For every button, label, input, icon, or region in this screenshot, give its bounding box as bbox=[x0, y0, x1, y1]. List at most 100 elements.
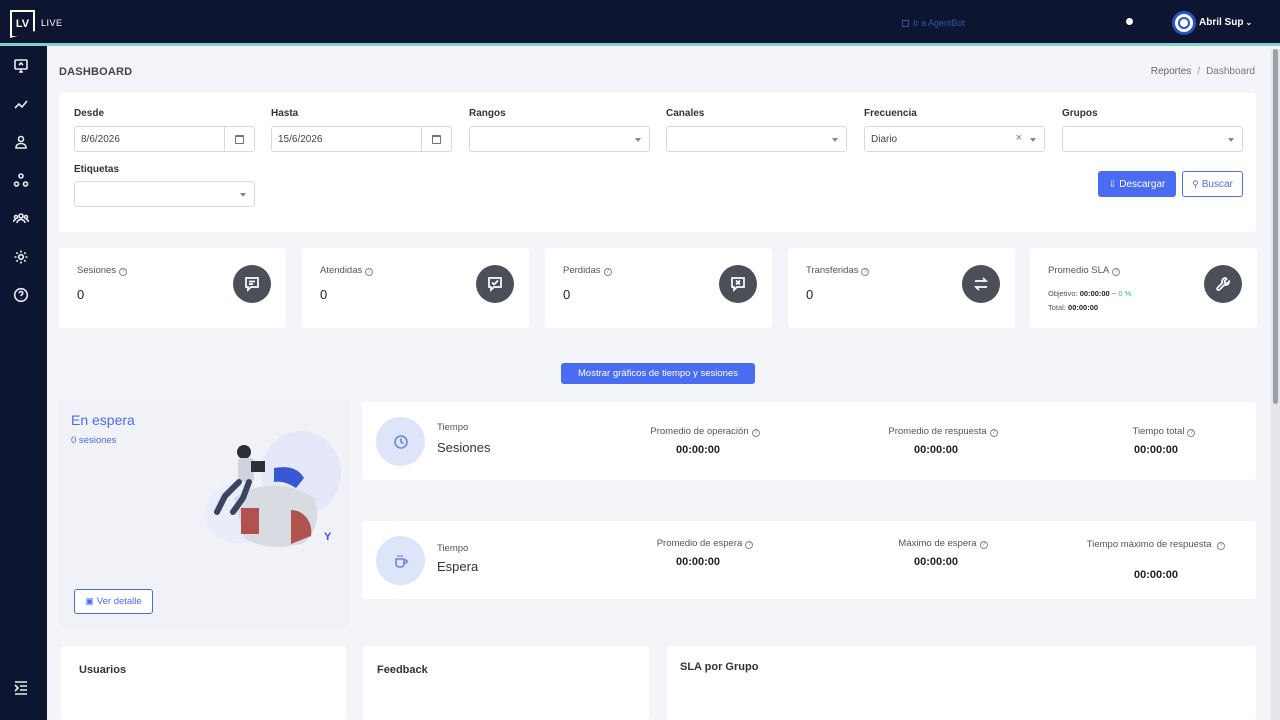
caret-down-icon bbox=[1030, 138, 1036, 142]
info-icon[interactable]: ? bbox=[745, 541, 754, 549]
sla-grupo-title: SLA por Grupo bbox=[680, 661, 759, 673]
app-logo[interactable]: LV bbox=[10, 10, 35, 38]
hasta-label: Hasta bbox=[271, 108, 299, 119]
scrollbar-thumb[interactable] bbox=[1273, 49, 1278, 404]
user-icon[interactable] bbox=[12, 133, 30, 151]
stat-value: 0 bbox=[806, 287, 814, 302]
team-icon[interactable] bbox=[12, 209, 30, 227]
toggle-charts-button[interactable]: Mostrar gráficos de tiempo y sesiones bbox=[561, 363, 755, 384]
chevron-down-icon: ⌄ bbox=[1245, 18, 1253, 27]
stat-card-transferidas: Transferidas? 0 bbox=[788, 248, 1015, 328]
metric-value: 00:00:00 bbox=[675, 444, 721, 456]
info-icon[interactable]: ? bbox=[1187, 429, 1196, 437]
trend-icon[interactable] bbox=[12, 95, 30, 113]
metric-value: 00:00:00 bbox=[913, 444, 959, 456]
avatar[interactable] bbox=[1172, 11, 1196, 35]
info-icon[interactable]: ? bbox=[1217, 542, 1226, 550]
usuarios-title: Usuarios bbox=[79, 664, 127, 676]
stat-card-atendidas: Atendidas? 0 bbox=[302, 248, 529, 328]
canales-select[interactable] bbox=[666, 126, 847, 152]
info-icon[interactable]: ? bbox=[979, 541, 988, 549]
breadcrumb: Reportes / Dashboard bbox=[1150, 66, 1255, 77]
info-icon[interactable]: ? bbox=[989, 429, 998, 437]
etiquetas-select[interactable] bbox=[74, 181, 255, 207]
monitor-icon[interactable] bbox=[12, 57, 30, 75]
transfer-icon bbox=[962, 265, 1000, 303]
stat-value: 0 bbox=[77, 287, 85, 302]
etiquetas-label: Etiquetas bbox=[74, 164, 120, 175]
search-button[interactable]: ⚲ Buscar bbox=[1182, 171, 1243, 197]
info-icon[interactable]: ? bbox=[751, 429, 760, 437]
help-icon[interactable] bbox=[12, 286, 30, 304]
info-icon[interactable]: ? bbox=[1112, 268, 1121, 276]
feedback-card: Feedback bbox=[363, 646, 649, 720]
scrollbar[interactable] bbox=[1271, 49, 1280, 720]
caret-down-icon bbox=[832, 138, 838, 142]
calendar-icon[interactable] bbox=[224, 127, 254, 151]
search-icon: ⚲ bbox=[1192, 178, 1199, 189]
waiting-subtitle: 0 sesiones bbox=[71, 435, 117, 446]
chat-check-icon bbox=[476, 265, 514, 303]
info-icon[interactable]: ? bbox=[119, 268, 128, 276]
clear-icon[interactable]: × bbox=[1016, 132, 1022, 144]
coffee-icon bbox=[376, 536, 425, 585]
clock-icon bbox=[376, 417, 425, 466]
stat-card-perdidas: Perdidas? 0 bbox=[545, 248, 772, 328]
page-title: DASHBOARD bbox=[59, 66, 133, 78]
gear-icon[interactable] bbox=[12, 248, 30, 266]
rangos-select[interactable] bbox=[469, 126, 650, 152]
hasta-input[interactable]: 15/6/2026 bbox=[271, 126, 452, 152]
download-button[interactable]: ⇩ Descargar bbox=[1098, 171, 1176, 197]
caret-down-icon bbox=[1228, 138, 1234, 142]
download-icon: ⇩ bbox=[1108, 178, 1117, 189]
metric-value: 00:00:00 bbox=[1133, 569, 1179, 581]
metric-value: 00:00:00 bbox=[1133, 444, 1179, 456]
frecuencia-label: Frecuencia bbox=[864, 108, 917, 119]
sla-objetivo: Objetivo: 00:00:00 ~ 0 % bbox=[1048, 289, 1132, 298]
chat-x-icon bbox=[719, 265, 757, 303]
waiting-card: En espera 0 sesiones Y ▣ Ver detalle bbox=[59, 400, 350, 628]
sessions-time-title: Sesiones bbox=[437, 440, 491, 455]
info-icon[interactable]: ? bbox=[861, 268, 870, 276]
wrench-icon bbox=[1204, 265, 1242, 303]
sidebar bbox=[0, 46, 47, 720]
stat-value: 0 bbox=[563, 287, 571, 302]
app-name: LIVE bbox=[41, 18, 63, 28]
desde-input[interactable]: 8/6/2026 bbox=[74, 126, 255, 152]
canales-label: Canales bbox=[666, 108, 705, 119]
rangos-label: Rangos bbox=[469, 108, 506, 119]
document-icon: ▣ bbox=[85, 596, 94, 606]
status-dot bbox=[1126, 18, 1133, 25]
metric-value: 00:00:00 bbox=[913, 556, 959, 568]
feedback-title: Feedback bbox=[377, 664, 428, 676]
agentbot-icon bbox=[902, 20, 909, 27]
top-bar: LV LIVE Ir a AgentBot Abril Sup ⌄ bbox=[0, 0, 1280, 46]
caret-down-icon bbox=[240, 193, 246, 197]
breadcrumb-reportes[interactable]: Reportes bbox=[1151, 66, 1192, 77]
usuarios-card: Usuarios bbox=[61, 646, 346, 720]
sla-grupo-card: SLA por Grupo bbox=[667, 646, 1256, 720]
svg-text:Y: Y bbox=[324, 531, 332, 543]
info-icon[interactable]: ? bbox=[365, 268, 374, 276]
calendar-icon[interactable] bbox=[421, 127, 451, 151]
waiting-title: En espera bbox=[71, 412, 135, 428]
stat-value: 0 bbox=[320, 287, 328, 302]
wait-time-card: Tiempo Espera Promedio de espera? 00:00:… bbox=[362, 521, 1256, 599]
waiting-illustration: Y bbox=[205, 431, 341, 547]
stat-card-sla: Promedio SLA? Objetivo: 00:00:00 ~ 0 % T… bbox=[1030, 248, 1257, 328]
stat-card-sesiones: Sesiones? 0 bbox=[59, 248, 286, 328]
grupos-label: Grupos bbox=[1062, 108, 1098, 119]
agentbot-link[interactable]: Ir a AgentBot bbox=[902, 18, 965, 28]
grupos-select[interactable] bbox=[1062, 126, 1243, 152]
info-icon[interactable]: ? bbox=[603, 268, 612, 276]
network-icon[interactable] bbox=[12, 171, 30, 189]
desde-label: Desde bbox=[74, 108, 105, 119]
user-menu[interactable]: Abril Sup ⌄ bbox=[1199, 17, 1252, 28]
chat-icon bbox=[233, 265, 271, 303]
breadcrumb-dashboard: Dashboard bbox=[1206, 66, 1255, 77]
frecuencia-select[interactable]: Diario × bbox=[864, 126, 1045, 152]
collapse-icon[interactable] bbox=[12, 679, 30, 697]
sessions-time-card: Tiempo Sesiones Promedio de operación? 0… bbox=[362, 402, 1256, 480]
wait-time-title: Espera bbox=[437, 559, 479, 574]
view-detail-button[interactable]: ▣ Ver detalle bbox=[74, 589, 153, 614]
